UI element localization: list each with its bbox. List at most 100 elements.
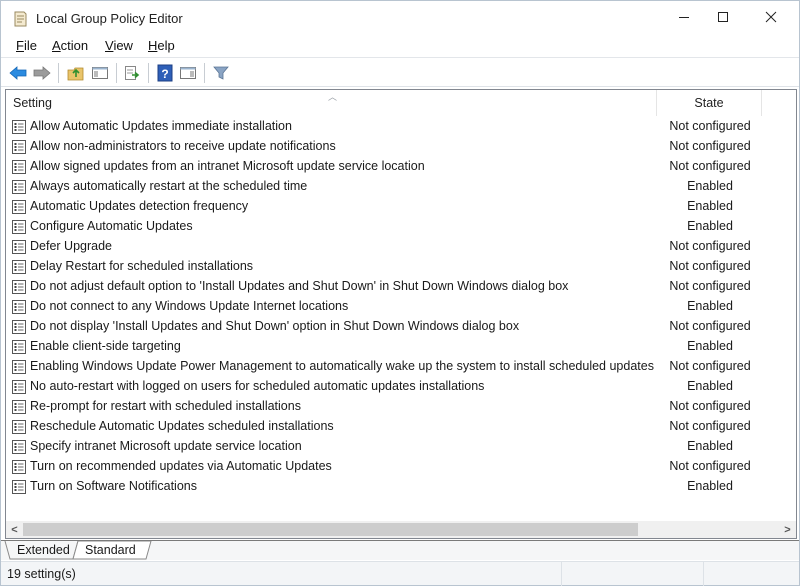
policy-row[interactable]: Turn on Software Notifications Enabled <box>6 477 796 497</box>
policy-row[interactable]: Specify intranet Microsoft update servic… <box>6 437 796 457</box>
policy-row[interactable]: Defer Upgrade Not configured <box>6 237 796 257</box>
policy-row[interactable]: Enable client-side targeting Enabled <box>6 337 796 357</box>
policy-state: Enabled <box>687 179 733 193</box>
policy-name: Allow Automatic Updates immediate instal… <box>30 119 292 133</box>
policy-row[interactable]: Allow non-administrators to receive upda… <box>6 137 796 157</box>
up-folder-icon <box>67 67 84 81</box>
policy-row[interactable]: Always automatically restart at the sche… <box>6 177 796 197</box>
policy-setting-icon <box>11 159 27 175</box>
maximize-icon <box>718 12 728 22</box>
group-policy-editor-window: Local Group Policy Editor File Action Vi… <box>0 0 800 586</box>
policy-row[interactable]: Configure Automatic Updates Enabled <box>6 217 796 237</box>
policy-name: Enable client-side targeting <box>30 339 181 353</box>
policy-state: Enabled <box>687 479 733 493</box>
menu-file-accel: F <box>16 38 24 53</box>
forward-icon <box>33 66 51 80</box>
policy-row[interactable]: Turn on recommended updates via Automati… <box>6 457 796 477</box>
policy-row[interactable]: Do not connect to any Windows Update Int… <box>6 297 796 317</box>
menu-help[interactable]: Help <box>148 38 175 53</box>
action-pane-icon <box>180 67 196 79</box>
horizontal-scrollbar[interactable]: < > <box>6 521 796 538</box>
policy-row[interactable]: Allow Automatic Updates immediate instal… <box>6 117 796 137</box>
list-header: ︿ Setting State <box>6 90 796 116</box>
maximize-button[interactable] <box>700 1 746 33</box>
filter-button[interactable] <box>212 64 230 82</box>
scroll-right-button[interactable]: > <box>779 521 796 538</box>
menu-action[interactable]: Action <box>52 38 88 53</box>
policy-setting-icon <box>11 399 27 415</box>
status-divider <box>703 562 704 586</box>
policy-name: Allow signed updates from an intranet Mi… <box>30 159 425 173</box>
policy-row[interactable]: Re-prompt for restart with scheduled ins… <box>6 397 796 417</box>
policy-setting-icon <box>11 339 27 355</box>
policy-state: Not configured <box>669 319 751 333</box>
toolbar-separator <box>116 63 117 83</box>
toolbar-separator <box>204 63 205 83</box>
policy-state: Not configured <box>669 139 751 153</box>
policy-state: Not configured <box>669 279 751 293</box>
policy-setting-icon <box>11 179 27 195</box>
policy-name: No auto-restart with logged on users for… <box>30 379 485 393</box>
menu-view[interactable]: View <box>105 38 133 53</box>
policy-state: Enabled <box>687 219 733 233</box>
menu-action-accel: A <box>52 38 61 53</box>
minimize-icon <box>679 17 689 18</box>
policy-name: Allow non-administrators to receive upda… <box>30 139 336 153</box>
show-hide-console-tree-button[interactable] <box>91 64 109 82</box>
title-bar[interactable]: Local Group Policy Editor <box>1 1 799 35</box>
policy-row[interactable]: Delay Restart for scheduled installation… <box>6 257 796 277</box>
policy-setting-icon <box>11 439 27 455</box>
tab-standard[interactable]: Standard <box>85 541 136 560</box>
column-header-setting[interactable]: Setting <box>13 96 52 110</box>
help-button[interactable]: ? <box>156 64 174 82</box>
policy-name: Re-prompt for restart with scheduled ins… <box>30 399 301 413</box>
close-icon <box>765 11 777 23</box>
policy-name: Delay Restart for scheduled installation… <box>30 259 254 273</box>
tab-extended[interactable]: Extended <box>17 541 70 560</box>
policy-setting-icon <box>11 419 27 435</box>
close-button[interactable] <box>748 1 794 33</box>
policy-setting-icon <box>11 459 27 475</box>
menu-help-accel: H <box>148 38 158 53</box>
menu-action-label: ction <box>60 38 89 53</box>
show-hide-action-pane-button[interactable] <box>179 64 197 82</box>
window-title: Local Group Policy Editor <box>36 11 183 26</box>
menu-file[interactable]: File <box>16 38 37 53</box>
policy-state: Enabled <box>687 339 733 353</box>
policy-name: Always automatically restart at the sche… <box>30 179 308 193</box>
policy-state: Not configured <box>669 399 751 413</box>
policy-name: Do not display 'Install Updates and Shut… <box>30 319 520 333</box>
export-list-icon <box>125 66 140 80</box>
back-button[interactable] <box>9 64 27 82</box>
policy-name: Turn on Software Notifications <box>30 479 197 493</box>
export-list-button[interactable] <box>123 64 141 82</box>
policy-setting-icon <box>11 359 27 375</box>
policy-setting-icon <box>11 299 27 315</box>
policy-setting-icon <box>11 239 27 255</box>
policy-row[interactable]: Allow signed updates from an intranet Mi… <box>6 157 796 177</box>
scroll-left-button[interactable]: < <box>6 521 23 538</box>
policy-name: Turn on recommended updates via Automati… <box>30 459 332 473</box>
policy-row[interactable]: Enabling Windows Update Power Management… <box>6 357 796 377</box>
status-bar: 19 setting(s) <box>1 561 799 586</box>
status-divider <box>561 562 562 586</box>
policy-setting-icon <box>11 279 27 295</box>
policy-row[interactable]: Automatic Updates detection frequency Ena… <box>6 197 796 217</box>
forward-button[interactable] <box>33 64 51 82</box>
policy-row[interactable]: Reschedule Automatic Updates scheduled i… <box>6 417 796 437</box>
policy-state: Enabled <box>687 199 733 213</box>
policy-row[interactable]: Do not display 'Install Updates and Shut… <box>6 317 796 337</box>
policy-state: Not configured <box>669 259 751 273</box>
policy-state: Enabled <box>687 299 733 313</box>
up-one-level-button[interactable] <box>67 64 85 82</box>
policy-setting-icon <box>11 119 27 135</box>
scrollbar-thumb[interactable] <box>23 523 638 536</box>
policy-state: Not configured <box>669 419 751 433</box>
policy-row[interactable]: No auto-restart with logged on users for… <box>6 377 796 397</box>
toolbar-separator <box>58 63 59 83</box>
sort-ascending-icon: ︿ <box>328 92 338 102</box>
policy-row[interactable]: Do not adjust default option to 'Install… <box>6 277 796 297</box>
policy-setting-icon <box>11 219 27 235</box>
policy-state: Not configured <box>669 239 751 253</box>
column-header-state[interactable]: State <box>656 90 762 116</box>
